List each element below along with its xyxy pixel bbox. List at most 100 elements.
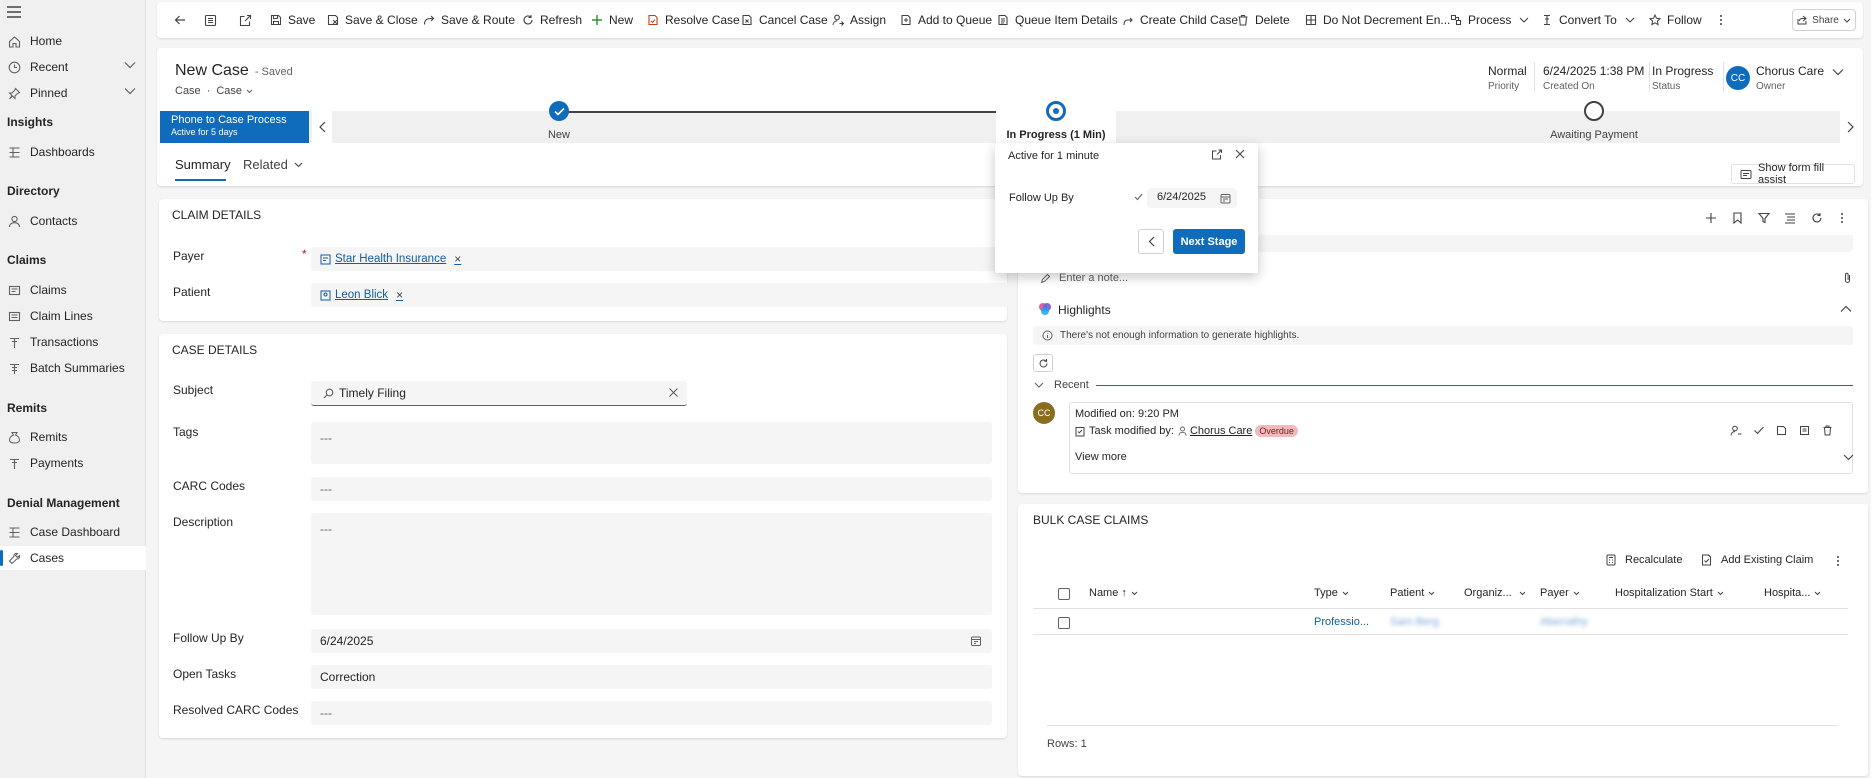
form-view-button[interactable] <box>204 11 217 29</box>
resolved-carc-codes-field[interactable]: --- <box>311 701 992 725</box>
save-button[interactable]: Save <box>270 11 315 29</box>
bpf-next-button[interactable] <box>1840 111 1860 143</box>
add-existing-claim-button[interactable]: Add Existing Claim <box>1701 554 1813 566</box>
table-row[interactable]: Professio... Sam Berg Aberrathy <box>1033 609 1848 635</box>
owner-link[interactable]: Chorus Care <box>1756 64 1824 78</box>
column-header-organization[interactable]: Organiz... <box>1464 587 1526 599</box>
row-cell-payer[interactable]: Aberrathy <box>1540 616 1588 628</box>
new-button[interactable]: New <box>591 11 633 29</box>
open-tasks-field[interactable]: Correction <box>311 665 992 689</box>
sidebar-item-case-dashboard[interactable]: Case Dashboard <box>0 520 146 544</box>
do-not-decrement-button[interactable]: Do Not Decrement En... <box>1305 11 1450 29</box>
select-all-checkbox[interactable] <box>1058 588 1070 600</box>
entry-user-link[interactable]: Chorus Care <box>1190 425 1252 437</box>
note-input[interactable]: Enter a note... <box>1059 272 1128 284</box>
timeline-entry-card[interactable]: Modified on: 9:20 PM Task modified by: C… <box>1069 402 1854 474</box>
checkmark-icon[interactable] <box>1753 425 1765 436</box>
save-close-button[interactable]: Save & Close <box>327 11 418 29</box>
chevron-down-icon[interactable] <box>246 89 253 94</box>
tab-related[interactable]: Related <box>243 157 303 172</box>
column-header-type[interactable]: Type <box>1314 587 1349 599</box>
column-header-hospitalization-end[interactable]: Hospita... <box>1764 587 1821 599</box>
tab-summary[interactable]: Summary <box>175 157 231 172</box>
refresh-icon[interactable] <box>1811 212 1823 224</box>
next-stage-button[interactable]: Next Stage <box>1173 229 1245 254</box>
column-header-patient[interactable]: Patient <box>1390 587 1435 599</box>
patient-lookup-tag[interactable]: Leon Blick × <box>320 288 403 302</box>
recalculate-button[interactable]: Recalculate <box>1606 554 1682 566</box>
more-options-icon[interactable] <box>1840 212 1844 224</box>
pop-out-icon[interactable] <box>1211 149 1223 160</box>
chevron-up-icon[interactable] <box>1840 305 1852 313</box>
column-header-hospitalization-start[interactable]: Hospitalization Start <box>1615 587 1724 599</box>
clear-icon[interactable] <box>668 387 679 398</box>
remove-tag-icon[interactable]: × <box>396 288 403 302</box>
sidebar-item-pinned[interactable]: Pinned <box>0 81 146 105</box>
sidebar-item-claims[interactable]: Claims <box>0 278 146 302</box>
follow-button[interactable]: Follow <box>1649 11 1702 29</box>
process-name-block[interactable]: Phone to Case Process Active for 5 days <box>160 111 309 143</box>
regenerate-button[interactable] <box>1033 354 1053 372</box>
assign-icon[interactable] <box>1730 425 1742 436</box>
open-record-icon[interactable] <box>1799 425 1810 436</box>
sidebar-item-cases[interactable]: Cases <box>0 546 146 570</box>
refresh-button[interactable]: Refresh <box>522 11 582 29</box>
queue-item-details-button[interactable]: Queue Item Details <box>997 11 1118 29</box>
sidebar-item-contacts[interactable]: Contacts <box>0 209 146 233</box>
resolve-case-button[interactable]: Resolve Case <box>647 11 740 29</box>
stage-awaiting-payment-icon[interactable] <box>1584 101 1604 121</box>
share-button[interactable]: Share <box>1792 9 1856 31</box>
tags-field[interactable]: --- <box>311 422 992 464</box>
column-header-name[interactable]: Name ↑ <box>1089 587 1138 599</box>
remove-tag-icon[interactable]: × <box>454 252 461 266</box>
row-cell-patient[interactable]: Sam Berg <box>1390 616 1439 628</box>
create-child-case-button[interactable]: Create Child Case <box>1122 11 1238 29</box>
more-options-icon[interactable] <box>1836 555 1840 567</box>
sidebar-item-claim-lines[interactable]: Claim Lines <box>0 304 146 328</box>
more-commands-button[interactable] <box>1719 11 1723 29</box>
carc-codes-field[interactable]: --- <box>311 477 992 501</box>
attachment-icon[interactable] <box>1843 272 1852 284</box>
assign-button[interactable]: Assign <box>832 11 886 29</box>
stage-new-label[interactable]: New <box>548 129 570 141</box>
sidebar-item-batch-summaries[interactable]: Batch Summaries <box>0 356 146 380</box>
open-new-window-button[interactable] <box>239 11 252 29</box>
queue-icon[interactable] <box>1776 425 1787 436</box>
column-header-payer[interactable]: Payer <box>1540 587 1580 599</box>
sidebar-item-transactions[interactable]: Transactions <box>0 330 146 354</box>
header-expand-chevron-icon[interactable] <box>1832 68 1844 76</box>
bpf-prev-button[interactable] <box>312 111 332 143</box>
add-to-queue-button[interactable]: Add to Queue <box>900 11 992 29</box>
bookmark-icon[interactable] <box>1732 212 1743 224</box>
chevron-down-icon[interactable] <box>1034 382 1044 389</box>
previous-stage-button[interactable] <box>1138 229 1164 254</box>
chevron-down-icon[interactable] <box>124 87 136 95</box>
calendar-icon[interactable] <box>970 635 982 647</box>
stage-in-progress-icon[interactable] <box>1046 101 1066 121</box>
close-icon[interactable] <box>1235 149 1245 159</box>
description-field[interactable]: --- <box>311 513 992 615</box>
chevron-down-icon[interactable] <box>1843 454 1854 461</box>
sidebar-item-home[interactable]: Home <box>0 29 146 53</box>
stage-awaiting-payment-label[interactable]: Awaiting Payment <box>1550 129 1638 141</box>
save-route-button[interactable]: Save & Route <box>423 11 515 29</box>
chevron-down-icon[interactable] <box>124 61 136 69</box>
trash-icon[interactable] <box>1822 425 1833 436</box>
view-more-link[interactable]: View more <box>1075 451 1127 463</box>
sidebar-item-recent[interactable]: Recent <box>0 55 146 79</box>
calendar-icon[interactable] <box>1220 193 1231 204</box>
sidebar-item-remits[interactable]: Remits <box>0 425 146 449</box>
back-button[interactable] <box>174 11 186 29</box>
subject-field[interactable]: Timely Filing <box>311 381 687 406</box>
add-icon[interactable] <box>1705 212 1717 224</box>
cancel-case-button[interactable]: Cancel Case <box>741 11 828 29</box>
sidebar-item-dashboards[interactable]: Dashboards <box>0 140 146 164</box>
payer-lookup-tag[interactable]: Star Health Insurance × <box>320 252 461 266</box>
convert-to-button[interactable]: Convert To <box>1541 11 1635 29</box>
flyout-follow-up-field[interactable]: 6/24/2025 <box>1147 188 1237 208</box>
sidebar-item-payments[interactable]: Payments <box>0 451 146 475</box>
list-view-icon[interactable] <box>1784 212 1796 224</box>
row-checkbox[interactable] <box>1058 617 1070 629</box>
process-button[interactable]: Process <box>1450 11 1529 29</box>
follow-up-by-field[interactable]: 6/24/2025 <box>311 629 992 653</box>
